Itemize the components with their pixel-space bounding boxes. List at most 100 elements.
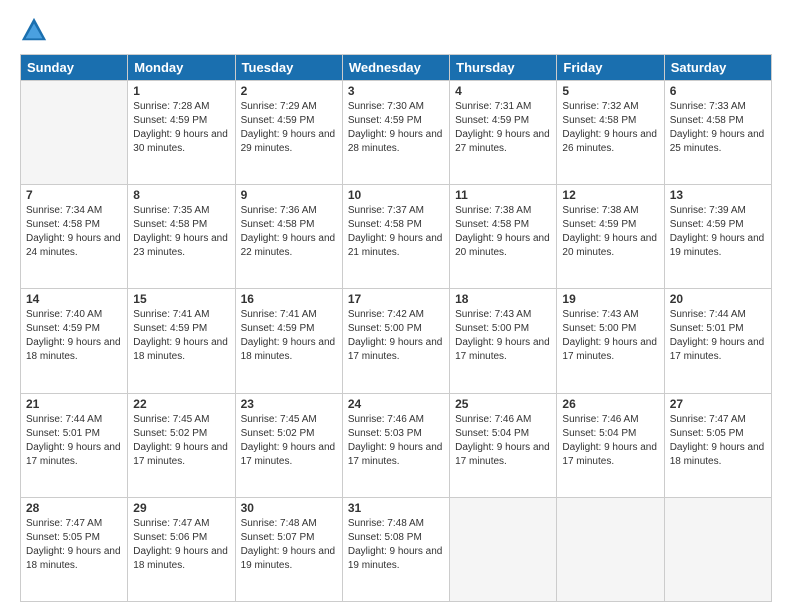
day-number: 11 bbox=[455, 188, 551, 202]
cell-sun-info: Sunrise: 7:43 AMSunset: 5:00 PMDaylight:… bbox=[455, 308, 551, 364]
calendar-cell: 7Sunrise: 7:34 AMSunset: 4:58 PMDaylight… bbox=[21, 185, 128, 289]
cell-sun-info: Sunrise: 7:39 AMSunset: 4:59 PMDaylight:… bbox=[670, 204, 766, 260]
cell-sun-info: Sunrise: 7:28 AMSunset: 4:59 PMDaylight:… bbox=[133, 100, 229, 156]
day-number: 27 bbox=[670, 397, 766, 411]
calendar-cell: 23Sunrise: 7:45 AMSunset: 5:02 PMDayligh… bbox=[235, 393, 342, 497]
calendar-day-header: Thursday bbox=[450, 55, 557, 81]
cell-sun-info: Sunrise: 7:29 AMSunset: 4:59 PMDaylight:… bbox=[241, 100, 337, 156]
day-number: 21 bbox=[26, 397, 122, 411]
calendar-cell: 12Sunrise: 7:38 AMSunset: 4:59 PMDayligh… bbox=[557, 185, 664, 289]
cell-sun-info: Sunrise: 7:36 AMSunset: 4:58 PMDaylight:… bbox=[241, 204, 337, 260]
cell-sun-info: Sunrise: 7:47 AMSunset: 5:06 PMDaylight:… bbox=[133, 517, 229, 573]
cell-sun-info: Sunrise: 7:44 AMSunset: 5:01 PMDaylight:… bbox=[670, 308, 766, 364]
calendar-cell: 14 Sunrise: 7:40 AMSunset: 4:59 PMDayligh… bbox=[21, 289, 128, 393]
day-number: 22 bbox=[133, 397, 229, 411]
calendar-header-row: SundayMondayTuesdayWednesdayThursdayFrid… bbox=[21, 55, 772, 81]
calendar-cell: 13 Sunrise: 7:39 AMSunset: 4:59 PMDayligh… bbox=[664, 185, 771, 289]
calendar-cell: 25 Sunrise: 7:46 AMSunset: 5:04 PMDayligh… bbox=[450, 393, 557, 497]
cell-sun-info: Sunrise: 7:42 AMSunset: 5:00 PMDaylight:… bbox=[348, 308, 444, 364]
calendar-day-header: Sunday bbox=[21, 55, 128, 81]
logo-icon bbox=[20, 16, 48, 44]
calendar-cell: 9 Sunrise: 7:36 AMSunset: 4:58 PMDaylight… bbox=[235, 185, 342, 289]
calendar-cell: 2 Sunrise: 7:29 AMSunset: 4:59 PMDaylight… bbox=[235, 81, 342, 185]
cell-sun-info: Sunrise: 7:33 AMSunset: 4:58 PMDaylight:… bbox=[670, 100, 766, 156]
day-number: 26 bbox=[562, 397, 658, 411]
calendar-cell: 28 Sunrise: 7:47 AMSunset: 5:05 PMDayligh… bbox=[21, 497, 128, 601]
cell-sun-info: Sunrise: 7:46 AMSunset: 5:04 PMDaylight:… bbox=[562, 413, 658, 469]
day-number: 15 bbox=[133, 292, 229, 306]
calendar-cell: 1 Sunrise: 7:28 AMSunset: 4:59 PMDaylight… bbox=[128, 81, 235, 185]
day-number: 16 bbox=[241, 292, 337, 306]
day-number: 10 bbox=[348, 188, 444, 202]
cell-sun-info: Sunrise: 7:47 AMSunset: 5:05 PMDaylight:… bbox=[670, 413, 766, 469]
cell-sun-info: Sunrise: 7:46 AMSunset: 5:04 PMDaylight:… bbox=[455, 413, 551, 469]
calendar-cell: 3Sunrise: 7:30 AMSunset: 4:59 PMDaylight… bbox=[342, 81, 449, 185]
day-number: 24 bbox=[348, 397, 444, 411]
day-number: 5 bbox=[562, 84, 658, 98]
cell-sun-info: Sunrise: 7:48 AMSunset: 5:08 PMDaylight:… bbox=[348, 517, 444, 573]
calendar-week-row: 1 Sunrise: 7:28 AMSunset: 4:59 PMDaylight… bbox=[21, 81, 772, 185]
day-number: 8 bbox=[133, 188, 229, 202]
calendar-cell bbox=[21, 81, 128, 185]
calendar-cell: 17 Sunrise: 7:42 AMSunset: 5:00 PMDayligh… bbox=[342, 289, 449, 393]
cell-sun-info: Sunrise: 7:31 AMSunset: 4:59 PMDaylight:… bbox=[455, 100, 551, 156]
calendar-day-header: Saturday bbox=[664, 55, 771, 81]
calendar-cell: 8 Sunrise: 7:35 AMSunset: 4:58 PMDaylight… bbox=[128, 185, 235, 289]
logo bbox=[20, 16, 50, 44]
calendar-cell: 22 Sunrise: 7:45 AMSunset: 5:02 PMDayligh… bbox=[128, 393, 235, 497]
calendar-cell bbox=[664, 497, 771, 601]
calendar-day-header: Friday bbox=[557, 55, 664, 81]
calendar-day-header: Monday bbox=[128, 55, 235, 81]
day-number: 18 bbox=[455, 292, 551, 306]
cell-sun-info: Sunrise: 7:30 AMSunset: 4:59 PMDaylight:… bbox=[348, 100, 444, 156]
day-number: 28 bbox=[26, 501, 122, 515]
cell-sun-info: Sunrise: 7:45 AMSunset: 5:02 PMDaylight:… bbox=[133, 413, 229, 469]
day-number: 7 bbox=[26, 188, 122, 202]
calendar-cell: 4 Sunrise: 7:31 AMSunset: 4:59 PMDaylight… bbox=[450, 81, 557, 185]
page: SundayMondayTuesdayWednesdayThursdayFrid… bbox=[0, 0, 792, 612]
day-number: 14 bbox=[26, 292, 122, 306]
cell-sun-info: Sunrise: 7:40 AMSunset: 4:59 PMDaylight:… bbox=[26, 308, 122, 364]
cell-sun-info: Sunrise: 7:48 AMSunset: 5:07 PMDaylight:… bbox=[241, 517, 337, 573]
calendar-cell: 30 Sunrise: 7:48 AMSunset: 5:07 PMDayligh… bbox=[235, 497, 342, 601]
day-number: 29 bbox=[133, 501, 229, 515]
day-number: 30 bbox=[241, 501, 337, 515]
calendar-cell: 18 Sunrise: 7:43 AMSunset: 5:00 PMDayligh… bbox=[450, 289, 557, 393]
day-number: 2 bbox=[241, 84, 337, 98]
cell-sun-info: Sunrise: 7:38 AMSunset: 4:58 PMDaylight:… bbox=[455, 204, 551, 260]
cell-sun-info: Sunrise: 7:41 AMSunset: 4:59 PMDaylight:… bbox=[133, 308, 229, 364]
calendar-cell: 27 Sunrise: 7:47 AMSunset: 5:05 PMDayligh… bbox=[664, 393, 771, 497]
day-number: 12 bbox=[562, 188, 658, 202]
calendar-cell bbox=[450, 497, 557, 601]
day-number: 9 bbox=[241, 188, 337, 202]
calendar-week-row: 14 Sunrise: 7:40 AMSunset: 4:59 PMDayligh… bbox=[21, 289, 772, 393]
calendar-cell: 10Sunrise: 7:37 AMSunset: 4:58 PMDayligh… bbox=[342, 185, 449, 289]
day-number: 17 bbox=[348, 292, 444, 306]
cell-sun-info: Sunrise: 7:41 AMSunset: 4:59 PMDaylight:… bbox=[241, 308, 337, 364]
calendar-cell: 11 Sunrise: 7:38 AMSunset: 4:58 PMDayligh… bbox=[450, 185, 557, 289]
calendar-cell: 5 Sunrise: 7:32 AMSunset: 4:58 PMDaylight… bbox=[557, 81, 664, 185]
cell-sun-info: Sunrise: 7:32 AMSunset: 4:58 PMDaylight:… bbox=[562, 100, 658, 156]
calendar-cell: 21Sunrise: 7:44 AMSunset: 5:01 PMDayligh… bbox=[21, 393, 128, 497]
calendar-cell: 26 Sunrise: 7:46 AMSunset: 5:04 PMDayligh… bbox=[557, 393, 664, 497]
calendar-cell: 31Sunrise: 7:48 AMSunset: 5:08 PMDayligh… bbox=[342, 497, 449, 601]
day-number: 1 bbox=[133, 84, 229, 98]
calendar-week-row: 28 Sunrise: 7:47 AMSunset: 5:05 PMDayligh… bbox=[21, 497, 772, 601]
cell-sun-info: Sunrise: 7:35 AMSunset: 4:58 PMDaylight:… bbox=[133, 204, 229, 260]
day-number: 4 bbox=[455, 84, 551, 98]
cell-sun-info: Sunrise: 7:46 AMSunset: 5:03 PMDaylight:… bbox=[348, 413, 444, 469]
calendar-cell: 20Sunrise: 7:44 AMSunset: 5:01 PMDayligh… bbox=[664, 289, 771, 393]
cell-sun-info: Sunrise: 7:47 AMSunset: 5:05 PMDaylight:… bbox=[26, 517, 122, 573]
day-number: 23 bbox=[241, 397, 337, 411]
calendar-cell: 29 Sunrise: 7:47 AMSunset: 5:06 PMDayligh… bbox=[128, 497, 235, 601]
calendar-week-row: 7Sunrise: 7:34 AMSunset: 4:58 PMDaylight… bbox=[21, 185, 772, 289]
calendar-table: SundayMondayTuesdayWednesdayThursdayFrid… bbox=[20, 54, 772, 602]
calendar-cell: 16 Sunrise: 7:41 AMSunset: 4:59 PMDayligh… bbox=[235, 289, 342, 393]
calendar-cell: 24 Sunrise: 7:46 AMSunset: 5:03 PMDayligh… bbox=[342, 393, 449, 497]
calendar-day-header: Wednesday bbox=[342, 55, 449, 81]
day-number: 25 bbox=[455, 397, 551, 411]
day-number: 13 bbox=[670, 188, 766, 202]
day-number: 19 bbox=[562, 292, 658, 306]
calendar-cell: 6Sunrise: 7:33 AMSunset: 4:58 PMDaylight… bbox=[664, 81, 771, 185]
calendar-cell bbox=[557, 497, 664, 601]
